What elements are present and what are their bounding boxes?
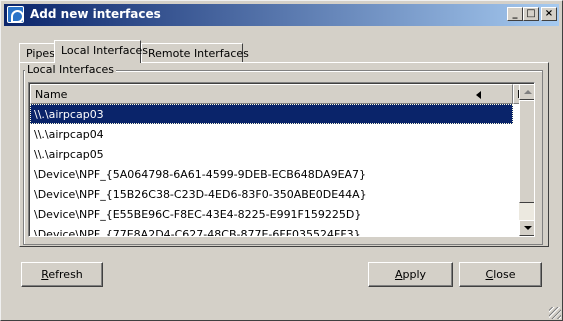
close-label: lose <box>493 268 516 281</box>
apply-button[interactable]: Apply <box>368 262 453 287</box>
scroll-thumb[interactable] <box>519 100 534 203</box>
table-row[interactable]: \Device\NPF_{15B26C38-C23D-4ED6-83F0-350… <box>30 184 513 204</box>
table-row[interactable]: \\.\airpcap05 <box>30 144 513 164</box>
arrow-up-icon <box>524 90 532 94</box>
scroll-down-button[interactable] <box>519 220 534 236</box>
app-icon <box>7 6 24 23</box>
window-title: Add new interfaces <box>30 7 161 21</box>
column-header-name-label: Name <box>35 88 68 101</box>
table-row[interactable]: \Device\NPF_{77E8A2D4-C627-48CB-877E-6FF… <box>30 224 513 237</box>
interface-name: \Device\NPF_{5A064798-6A61-4599-9DEB-ECB… <box>34 168 367 181</box>
tab-pipes[interactable]: Pipes <box>19 43 56 63</box>
table-row[interactable]: \\.\airpcap03 <box>30 104 513 124</box>
refresh-label: efresh <box>48 268 83 281</box>
refresh-button[interactable]: Refresh <box>21 262 103 287</box>
resize-grip[interactable] <box>549 307 561 319</box>
interface-name: \Device\NPF_{E55BE96C-F8EC-43E4-8225-E99… <box>34 208 362 221</box>
minimize-button[interactable]: _ <box>507 7 523 21</box>
tab-remote-interfaces[interactable]: Remote Interfaces <box>141 43 249 63</box>
interface-name: \Device\NPF_{15B26C38-C23D-4ED6-83F0-350… <box>34 188 367 201</box>
close-window-button[interactable]: × <box>541 7 557 21</box>
table-row[interactable]: \Device\NPF_{E55BE96C-F8EC-43E4-8225-E99… <box>30 204 513 224</box>
interface-name: \\.\airpcap03 <box>34 108 104 121</box>
groupbox-label: Local Interfaces <box>25 63 116 76</box>
scroll-up-button[interactable] <box>519 84 534 100</box>
tab-local-interfaces[interactable]: Local Interfaces <box>54 40 148 63</box>
close-button[interactable]: Close <box>459 262 542 287</box>
apply-accelerator: A <box>394 268 403 281</box>
maximize-button[interactable]: □ <box>523 7 539 21</box>
column-header-name[interactable]: Name <box>30 84 513 104</box>
dialog-window: Add new interfaces _ □ × Pipes Local Int… <box>0 0 563 321</box>
interfaces-list: Name Hide \\.\airpcap03\\.\airpcap04✔\\.… <box>28 82 535 237</box>
table-row[interactable]: \Device\NPF_{5A064798-6A61-4599-9DEB-ECB… <box>30 164 513 184</box>
arrow-down-icon <box>524 226 532 230</box>
sort-arrow-icon <box>476 91 481 99</box>
interface-name: \\.\airpcap05 <box>34 148 104 161</box>
table-row[interactable]: \\.\airpcap04 <box>30 124 513 144</box>
interface-name: \Device\NPF_{77E8A2D4-C627-48CB-877E-6FF… <box>34 228 361 237</box>
title-bar[interactable]: Add new interfaces _ □ × <box>4 4 559 26</box>
interface-name: \\.\airpcap04 <box>34 128 104 141</box>
apply-label: pply <box>402 268 427 281</box>
vertical-scrollbar[interactable] <box>519 84 534 236</box>
